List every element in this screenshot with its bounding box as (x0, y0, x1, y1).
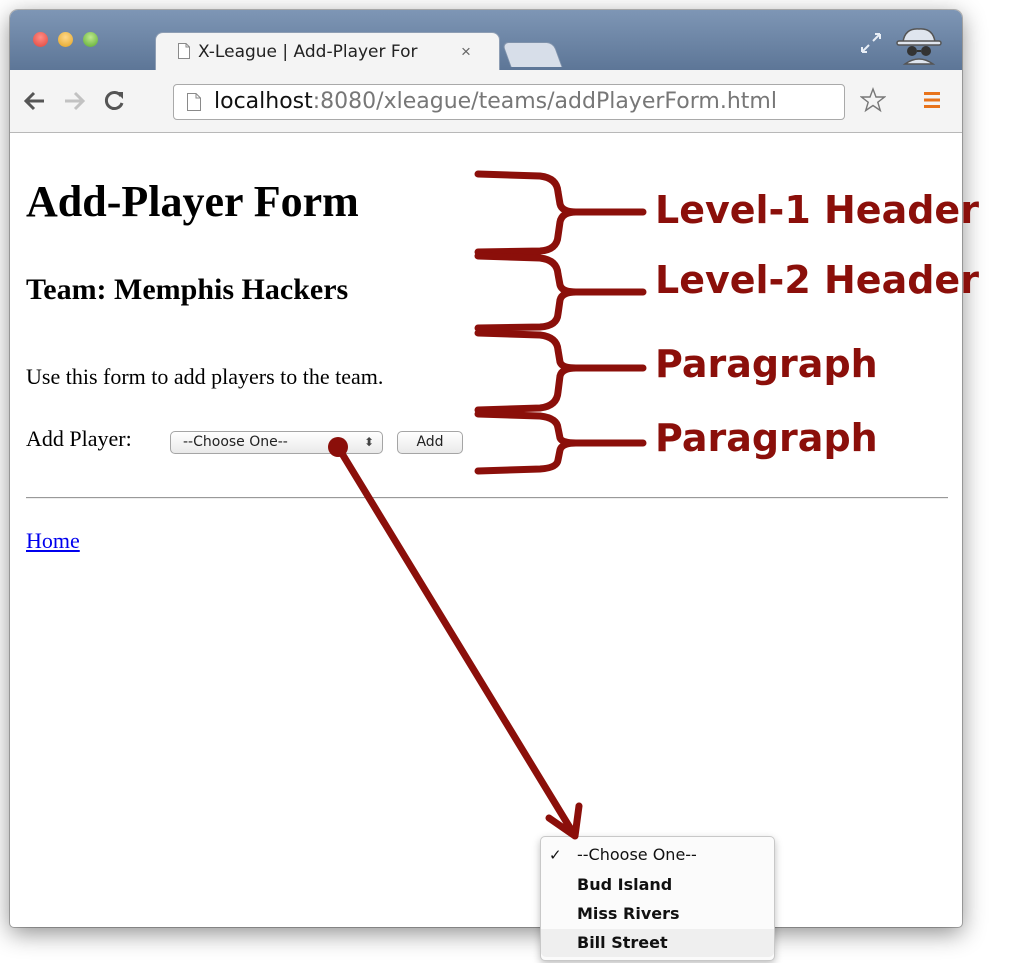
annotation-paragraph: Paragraph (655, 342, 878, 386)
annotation-level1: Level-1 Header (655, 188, 979, 232)
document-icon (178, 43, 190, 59)
check-icon: ✓ (549, 846, 562, 864)
dropdown-option[interactable]: ✓ --Choose One-- (541, 841, 774, 869)
url-host: localhost (214, 89, 313, 114)
url-text: localhost:8080/xleague/teams/addPlayerFo… (214, 89, 777, 115)
reload-icon[interactable] (101, 88, 127, 114)
page-content: Add-Player Form Team: Memphis Hackers Us… (10, 133, 962, 927)
tab-close-icon[interactable]: × (461, 41, 471, 63)
player-dropdown-menu: ✓ --Choose One-- Bud Island Miss Rivers … (540, 836, 775, 961)
url-path: :8080/xleague/teams/addPlayerForm.html (312, 89, 777, 114)
address-bar[interactable]: localhost:8080/xleague/teams/addPlayerFo… (173, 84, 845, 120)
minimize-window-button[interactable] (58, 32, 73, 47)
menu-icon[interactable] (923, 91, 941, 109)
new-tab-button[interactable] (501, 42, 563, 67)
dropdown-option-label: Bill Street (577, 933, 668, 952)
close-window-button[interactable] (33, 32, 48, 47)
annotation-level2: Level-2 Header (655, 258, 979, 302)
player-select[interactable]: --Choose One-- ⬍ (170, 431, 383, 454)
tab-title: X-League | Add-Player For (198, 42, 418, 62)
annotation-paragraph: Paragraph (655, 416, 878, 460)
select-arrows-icon: ⬍ (363, 435, 374, 449)
dropdown-option-label: Miss Rivers (577, 904, 680, 923)
add-button[interactable]: Add (397, 431, 463, 454)
horizontal-rule (26, 497, 948, 499)
add-player-label: Add Player: (26, 426, 132, 451)
dropdown-option-label: Bud Island (577, 875, 673, 894)
forward-arrow-icon[interactable] (61, 88, 87, 114)
zoom-window-button[interactable] (83, 32, 98, 47)
player-select-value: --Choose One-- (183, 434, 288, 450)
intro-paragraph: Use this form to add players to the team… (26, 364, 384, 389)
dropdown-option[interactable]: Bill Street (541, 929, 774, 957)
team-heading: Team: Memphis Hackers (26, 273, 349, 306)
back-arrow-icon[interactable] (22, 88, 48, 114)
incognito-icon (896, 28, 942, 65)
page-icon (187, 93, 201, 111)
home-link[interactable]: Home (26, 527, 80, 555)
dropdown-option[interactable]: Bud Island (541, 871, 774, 899)
browser-tab[interactable]: X-League | Add-Player For × (155, 32, 500, 70)
fullscreen-icon[interactable] (860, 32, 882, 54)
browser-window: X-League | Add-Player For × localhost:80… (10, 10, 962, 927)
dropdown-option[interactable]: Miss Rivers (541, 900, 774, 928)
title-bar: X-League | Add-Player For × (10, 10, 962, 70)
dropdown-option-label: --Choose One-- (577, 845, 697, 864)
star-icon[interactable] (860, 87, 886, 113)
page-title: Add-Player Form (26, 177, 359, 226)
browser-toolbar: localhost:8080/xleague/teams/addPlayerFo… (10, 70, 962, 133)
